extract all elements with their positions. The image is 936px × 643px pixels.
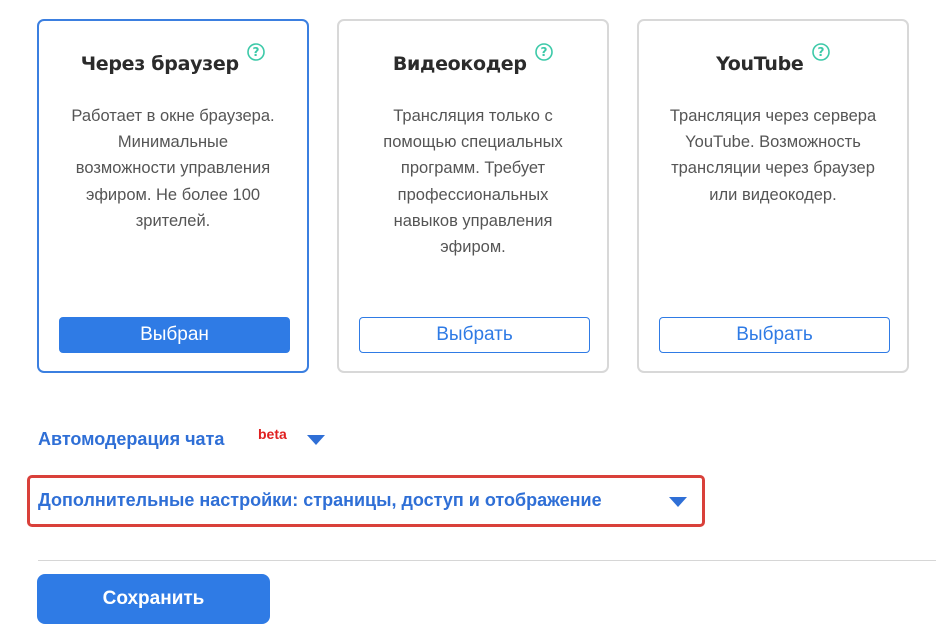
question-circle-icon[interactable]: ? — [535, 43, 553, 61]
svg-text:?: ? — [541, 45, 548, 59]
chat-moderation-label: Автомодерация чата — [38, 429, 225, 449]
card-description: Трансляция через сервера YouTube. Возмож… — [669, 107, 877, 204]
chevron-down-icon[interactable] — [307, 435, 325, 445]
advanced-settings-label: Дополнительные настройки: страницы, дост… — [38, 490, 602, 510]
card-title: Видеокодер — [392, 53, 527, 75]
chat-moderation-toggle[interactable]: Автомодерация чата — [38, 429, 224, 450]
divider — [38, 560, 936, 561]
card-title: YouTube — [716, 53, 804, 75]
question-circle-icon[interactable]: ? — [247, 43, 266, 61]
card-video-encoder[interactable]: Видеокодер ? Трансляция только с помощью… — [337, 19, 609, 373]
card-title: Через браузер — [80, 53, 239, 75]
selected-button[interactable]: Выбран — [59, 317, 290, 353]
svg-text:?: ? — [253, 45, 260, 59]
svg-text:?: ? — [817, 45, 824, 59]
card-youtube[interactable]: YouTube ? Трансляция через сервера YouTu… — [637, 19, 909, 373]
select-button[interactable]: Выбрать — [359, 317, 590, 353]
card-browser[interactable]: Через браузер ? Работает в окне браузера… — [37, 19, 309, 373]
card-description: Работает в окне браузера. Минимальные во… — [71, 107, 275, 230]
stream-settings-page: Через браузер ? Работает в окне браузера… — [0, 0, 936, 643]
card-description: Трансляция только с помощью специальных … — [383, 107, 563, 257]
card-title-row: Через браузер ? — [39, 43, 307, 77]
question-circle-icon[interactable]: ? — [812, 43, 830, 61]
card-title-row: Видеокодер ? — [339, 43, 607, 77]
beta-badge: beta — [258, 426, 287, 442]
chevron-down-icon[interactable] — [669, 497, 687, 507]
save-button[interactable]: Сохранить — [37, 574, 270, 624]
advanced-settings-toggle[interactable]: Дополнительные настройки: страницы, дост… — [38, 490, 602, 511]
card-title-row: YouTube ? — [639, 43, 907, 77]
select-button[interactable]: Выбрать — [659, 317, 890, 353]
